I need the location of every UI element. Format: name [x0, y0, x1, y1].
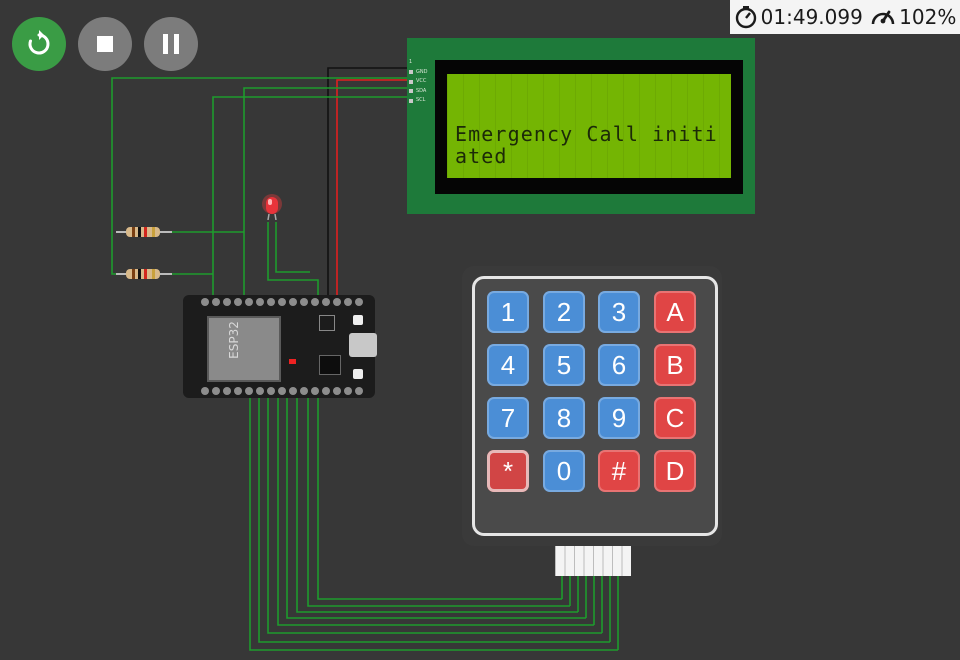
key-2[interactable]: 2: [543, 291, 585, 333]
membrane-keypad: 1 2 3 A 4 5 6 B 7 8 9 C * 0 # D: [462, 266, 722, 546]
key-d[interactable]: D: [654, 450, 696, 492]
power-led: [289, 359, 296, 364]
esp32-bottom-header: [201, 387, 363, 395]
lcd-display-module[interactable]: 1 GND VCC SDA SCL Emergency Call initi a…: [407, 38, 755, 214]
lcd-pin-labels: 1 GND VCC SDA SCL: [409, 58, 427, 106]
boot-button[interactable]: [353, 315, 363, 325]
key-0[interactable]: 0: [543, 450, 585, 492]
lcd-bezel: Emergency Call initi ated: [435, 60, 743, 194]
simulation-status-bar: 01:49.099 102%: [730, 0, 960, 34]
elapsed-time: 01:49.099: [760, 5, 863, 29]
key-5[interactable]: 5: [543, 344, 585, 386]
key-hash[interactable]: #: [598, 450, 640, 492]
esp32-module-shield: [207, 316, 281, 382]
usb-port: [349, 333, 377, 357]
esp32-top-header: [201, 298, 363, 306]
key-a[interactable]: A: [654, 291, 696, 333]
simulation-speed: 102%: [899, 5, 957, 29]
lcd-screen: Emergency Call initi ated: [447, 74, 731, 178]
esp32-chip-small: [319, 315, 335, 331]
pause-button[interactable]: [144, 17, 198, 71]
lcd-line-1: Emergency Call initi: [455, 122, 718, 146]
speedometer-icon: [871, 10, 895, 25]
key-b[interactable]: B: [654, 344, 696, 386]
key-8[interactable]: 8: [543, 397, 585, 439]
lcd-pin-label: VCC: [416, 78, 427, 84]
key-3[interactable]: 3: [598, 291, 640, 333]
stopwatch-icon: [735, 6, 756, 29]
lcd-pin-label: GND: [416, 68, 428, 75]
voltage-regulator: [319, 355, 341, 375]
pause-icon: [163, 34, 179, 54]
lcd-pin-label: SDA: [416, 87, 427, 94]
reset-button[interactable]: [353, 369, 363, 379]
key-c[interactable]: C: [654, 397, 696, 439]
resistor-2[interactable]: [116, 269, 172, 279]
stop-icon: [97, 36, 113, 52]
key-6[interactable]: 6: [598, 344, 640, 386]
restart-icon: [28, 30, 50, 55]
key-7[interactable]: 7: [487, 397, 529, 439]
resistor-1[interactable]: [116, 227, 172, 237]
esp32-label: ESP32: [226, 321, 241, 359]
stop-button[interactable]: [78, 17, 132, 71]
restart-button[interactable]: [12, 17, 66, 71]
red-led[interactable]: [262, 194, 282, 220]
lcd-line-2: ated: [455, 144, 508, 168]
key-1[interactable]: 1: [487, 291, 529, 333]
key-4[interactable]: 4: [487, 344, 529, 386]
key-9[interactable]: 9: [598, 397, 640, 439]
keypad-ribbon-connector: [555, 546, 631, 576]
esp32-board[interactable]: ESP32: [183, 295, 377, 398]
keypad-face: 1 2 3 A 4 5 6 B 7 8 9 C * 0 # D: [472, 276, 718, 536]
lcd-pin-label: SCL: [416, 97, 426, 103]
key-star[interactable]: *: [487, 450, 529, 492]
lcd-pin-label: 1: [409, 59, 413, 65]
